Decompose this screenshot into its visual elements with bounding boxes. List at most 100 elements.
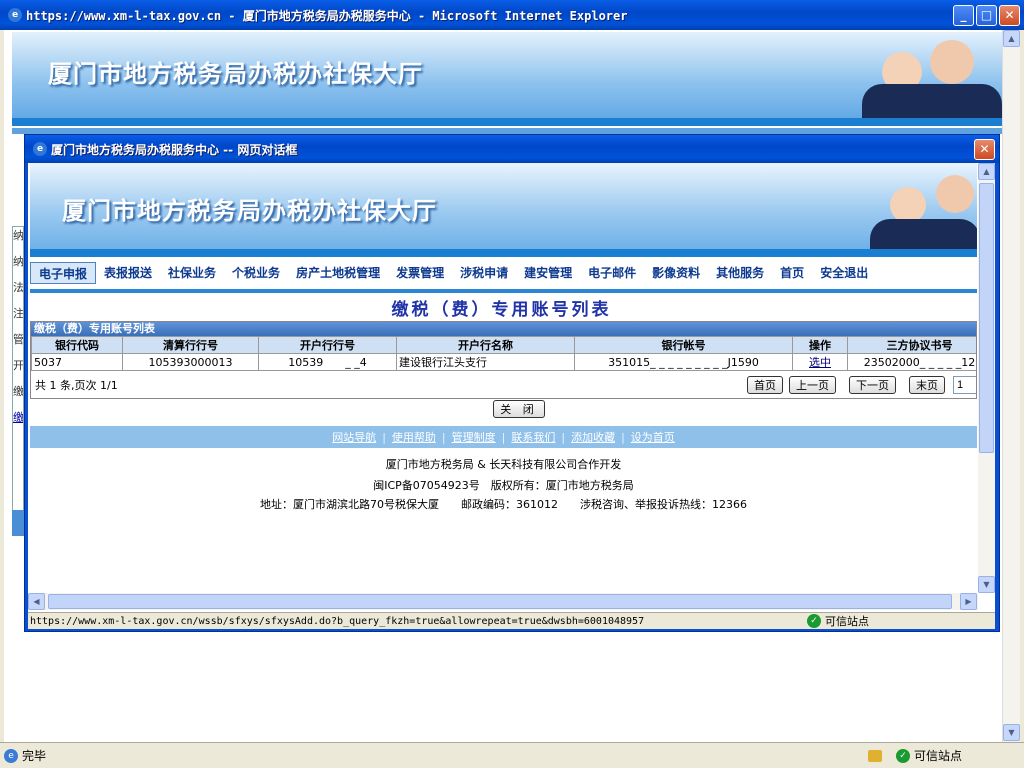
outer-left-menu: 纳 纳 法 注 管 开 缴 缴 [12, 226, 24, 536]
next-page-button[interactable]: 下一页 [849, 376, 896, 394]
minimize-button[interactable]: _ [953, 4, 974, 26]
table-row: 5037 105393000013 10539 _ _4 建设银行江头支行 35… [31, 353, 976, 371]
page-icon: e [4, 748, 18, 763]
bank-code: 5037 [31, 353, 123, 371]
scroll-down-icon[interactable]: ▼ [1003, 724, 1020, 741]
footer-link-favorite[interactable]: 添加收藏 [565, 429, 621, 445]
nav-item-other-services[interactable]: 其他服务 [708, 262, 772, 284]
dialog-body: 厦门市地方税务局办税办社保大厅 电子申报 表报报送 社保业务 个税业务 房产土地… [28, 163, 995, 629]
browser-title: https://www.xm-l-tax.gov.cn - 厦门市地方税务局办税… [26, 8, 628, 23]
branch-number: 10539 _ _4 [258, 353, 397, 371]
first-page-button[interactable]: 首页 [747, 376, 783, 394]
footer-link-homepage[interactable]: 设为首页 [625, 429, 681, 445]
officer-image [936, 175, 974, 213]
nav-item-e-filing[interactable]: 电子申报 [30, 262, 97, 284]
browser-title-bar[interactable]: e https://www.xm-l-tax.gov.cn - 厦门市地方税务局… [0, 0, 1024, 30]
dialog-status-url: https://www.xm-l-tax.gov.cn/wssb/sfxys/s… [30, 615, 645, 627]
dialog-horizontal-scrollbar[interactable]: ◀ ▶ [28, 593, 978, 610]
lock-icon [868, 749, 882, 762]
nav-item-logout[interactable]: 安全退出 [812, 262, 876, 284]
footer-link-help[interactable]: 使用帮助 [386, 429, 442, 445]
left-menu-item[interactable]: 纳 [13, 253, 23, 279]
footer-link-contact[interactable]: 联系我们 [505, 429, 561, 445]
left-menu-item[interactable]: 法 [13, 279, 23, 305]
nav-item-home[interactable]: 首页 [772, 262, 812, 284]
clearing-bank-number: 105393000013 [122, 353, 259, 371]
dialog-zone: 可信站点 [825, 615, 869, 628]
pager-info: 共 1 条,页次 1/1 [35, 379, 118, 392]
nav-item-report-submit[interactable]: 表报报送 [96, 262, 160, 284]
scroll-up-icon[interactable]: ▲ [978, 163, 995, 180]
account-list-panel: 缴税（费）专用账号列表 银行代码 清算行行号 开户行行号 开户行名称 银行帐号 … [30, 321, 977, 399]
scroll-up-icon[interactable]: ▲ [1003, 30, 1020, 47]
ie-icon: e [33, 142, 47, 156]
scroll-thumb[interactable] [979, 183, 994, 453]
nav-underline [30, 289, 977, 293]
col-header: 开户行名称 [396, 336, 575, 354]
ie-icon: e [8, 8, 22, 22]
left-menu-item[interactable]: 纳 [13, 227, 23, 253]
dialog-status-bar: https://www.xm-l-tax.gov.cn/wssb/sfxys/s… [28, 612, 995, 629]
footer-address: 地址：厦门市湖滨北路70号税保大厦 邮政编码：361012 涉税咨询、举报投诉热… [260, 498, 747, 511]
browser-zone: 可信站点 [914, 749, 963, 763]
col-header: 清算行行号 [122, 336, 259, 354]
footer-link-site-nav[interactable]: 网站导航 [326, 429, 382, 445]
nav-item-personal-tax[interactable]: 个税业务 [224, 262, 288, 284]
select-link[interactable]: 选中 [809, 356, 831, 369]
dialog-banner-title: 厦门市地方税务局办税办社保大厅 [62, 196, 437, 225]
footer-credits: 厦门市地方税务局 & 长天科技有限公司合作开发 [385, 458, 622, 471]
close-window-button[interactable]: ✕ [999, 4, 1020, 26]
last-page-button[interactable]: 末页 [909, 376, 945, 394]
officer-uniform [870, 219, 977, 251]
left-menu-item[interactable]: 缴 [13, 383, 23, 409]
branch-name: 建设银行江头支行 [396, 353, 575, 371]
banner-strip [12, 118, 1002, 126]
footer-link-rules[interactable]: 管理制度 [446, 429, 502, 445]
close-button[interactable]: 关 闭 [493, 400, 545, 418]
nav-item-social-security[interactable]: 社保业务 [160, 262, 224, 284]
scroll-right-icon[interactable]: ▶ [960, 593, 977, 610]
outer-banner-title: 厦门市地方税务局办税办社保大厅 [48, 59, 423, 88]
col-header: 银行帐号 [574, 336, 793, 354]
footer-copyright: 闽ICP备07054923号 版权所有：厦门市地方税务局 [373, 479, 634, 492]
agreement-number: 23502000_ _ _ _ _12 [847, 353, 976, 371]
col-header: 银行代码 [31, 336, 123, 354]
nav-item-property-tax[interactable]: 房产土地税管理 [288, 262, 388, 284]
nav-item-construction[interactable]: 建安管理 [516, 262, 580, 284]
footer-links: 网站导航 | 使用帮助 | 管理制度 | 联系我们 | 添加收藏 | 设为首页 [30, 426, 977, 448]
maximize-button[interactable]: □ [976, 4, 997, 26]
nav-item-tax-application[interactable]: 涉税申请 [452, 262, 516, 284]
dialog-banner: 厦门市地方税务局办税办社保大厅 [30, 163, 977, 251]
nav-item-invoice[interactable]: 发票管理 [388, 262, 452, 284]
check-icon: ✓ [896, 748, 910, 763]
col-header: 三方协议书号 [847, 336, 976, 354]
left-menu-item[interactable]: 缴 [13, 409, 23, 435]
browser-vertical-scrollbar[interactable]: ▲ ▼ [1002, 30, 1020, 742]
banner-strip [30, 249, 977, 257]
page-number-input[interactable] [953, 376, 976, 394]
officer-uniform [862, 84, 1002, 118]
scroll-down-icon[interactable]: ▼ [978, 576, 995, 593]
panel-header: 缴税（费）专用账号列表 [31, 322, 976, 336]
prev-page-button[interactable]: 上一页 [789, 376, 836, 394]
check-icon: ✓ [807, 614, 821, 628]
page-title: 缴税（费）专用账号列表 [391, 300, 612, 320]
account-table: 银行代码 清算行行号 开户行行号 开户行名称 银行帐号 操作 三方协议书号 50… [31, 336, 976, 371]
officer-image [890, 187, 926, 223]
left-menu-item[interactable]: 管 [13, 331, 23, 357]
browser-status-bar: e 完毕 ✓ 可信站点 [0, 742, 1024, 768]
left-menu-item[interactable]: 开 [13, 357, 23, 383]
scroll-left-icon[interactable]: ◀ [28, 593, 45, 610]
left-menu-item[interactable]: 注 [13, 305, 23, 331]
table-header-row: 银行代码 清算行行号 开户行行号 开户行名称 银行帐号 操作 三方协议书号 [31, 336, 976, 354]
scroll-thumb[interactable] [48, 594, 952, 609]
dialog-title: 厦门市地方税务局办税服务中心 -- 网页对话框 [51, 142, 298, 157]
pager: 共 1 条,页次 1/1 首页 上一页 下一页 末页 [31, 371, 976, 398]
dialog-title-bar[interactable]: e 厦门市地方税务局办税服务中心 -- 网页对话框 ✕ [25, 135, 999, 163]
nav-item-image-data[interactable]: 影像资料 [644, 262, 708, 284]
main-nav: 电子申报 表报报送 社保业务 个税业务 房产土地税管理 发票管理 涉税申请 建安… [30, 259, 977, 287]
browser-status-text: 完毕 [22, 749, 47, 763]
dialog-vertical-scrollbar[interactable]: ▲ ▼ [978, 163, 995, 593]
nav-item-email[interactable]: 电子邮件 [580, 262, 644, 284]
dialog-close-button[interactable]: ✕ [974, 138, 995, 160]
